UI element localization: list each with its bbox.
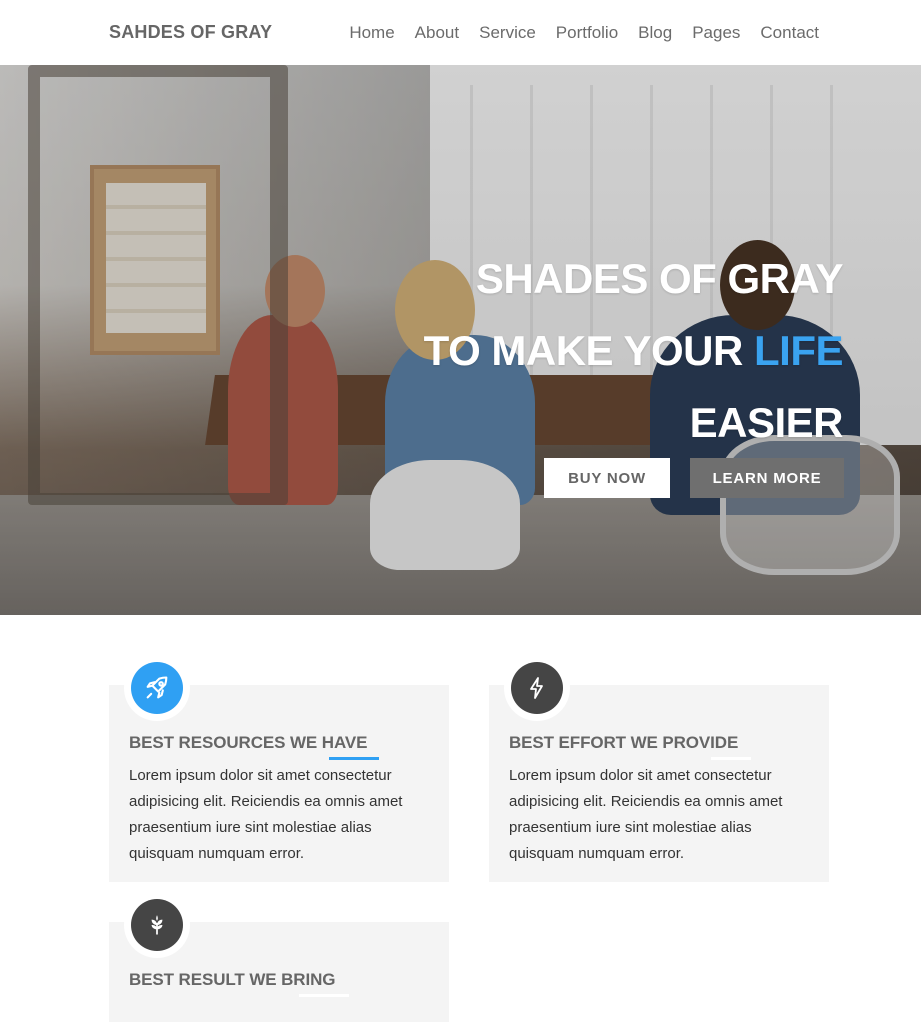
title-underline — [711, 757, 751, 760]
feature-body: Lorem ipsum dolor sit amet consectetur a… — [509, 767, 783, 862]
hero-line-1: SHADES OF GRAY — [475, 255, 844, 302]
hero-banner: SHADES OF GRAY TO MAKE YOUR LIFE EASIER … — [0, 65, 921, 615]
feature-body: Lorem ipsum dolor sit amet consectetur a… — [129, 767, 403, 862]
hero-line-2: TO MAKE YOUR LIFE — [423, 315, 844, 387]
site-header: SAHDES OF GRAY Home About Service Portfo… — [0, 0, 921, 65]
hero-headline: SHADES OF GRAY TO MAKE YOUR LIFE EASIER — [423, 243, 844, 459]
main-nav: Home About Service Portfolio Blog Pages … — [349, 23, 819, 43]
feature-title: BEST RESULT WE BRING — [129, 970, 336, 989]
title-underline — [329, 757, 379, 760]
lightning-icon — [511, 662, 563, 714]
feature-title: BEST RESOURCES WE HAVE — [129, 733, 368, 752]
nav-about[interactable]: About — [415, 23, 459, 43]
nav-blog[interactable]: Blog — [638, 23, 672, 43]
site-brand[interactable]: SAHDES OF GRAY — [109, 22, 272, 43]
feature-icon-ring — [124, 655, 190, 721]
hero-line-3: EASIER — [689, 399, 844, 446]
learn-more-button[interactable]: LEARN MORE — [690, 458, 844, 498]
title-underline — [299, 994, 349, 997]
feature-icon-ring — [124, 892, 190, 958]
feature-title: BEST EFFORT WE PROVIDE — [509, 733, 739, 752]
hero-line-2-accent: LIFE — [754, 327, 844, 374]
feature-icon-ring — [504, 655, 570, 721]
nav-contact[interactable]: Contact — [760, 23, 819, 43]
nav-service[interactable]: Service — [479, 23, 536, 43]
rocket-icon — [131, 662, 183, 714]
hero-line-2-prefix: TO MAKE YOUR — [423, 327, 754, 374]
nav-home[interactable]: Home — [349, 23, 394, 43]
nav-pages[interactable]: Pages — [692, 23, 740, 43]
leaf-icon — [131, 899, 183, 951]
nav-portfolio[interactable]: Portfolio — [556, 23, 618, 43]
buy-now-button[interactable]: BUY NOW — [544, 458, 670, 498]
